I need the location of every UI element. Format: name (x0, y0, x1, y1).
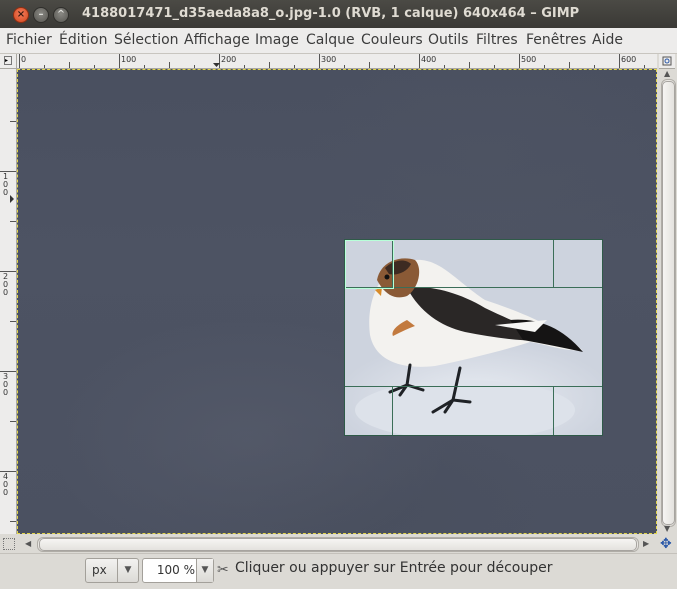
menu-image[interactable]: Image (255, 32, 299, 48)
crop-handle-right-bottom[interactable] (553, 386, 554, 435)
hruler-label-600: 600 (621, 55, 637, 64)
zoom-fit-button[interactable] (659, 54, 675, 69)
vertical-scroll-thumb[interactable] (662, 81, 675, 525)
window-title: 4188017471_d35aeda8a8_o.jpg-1.0 (RVB, 1 … (82, 6, 580, 21)
hruler-label-500: 500 (521, 55, 537, 64)
menu-edition[interactable]: Édition (59, 32, 107, 48)
horizontal-scrollbar[interactable]: ◀ ▶ (17, 536, 657, 552)
menu-outils[interactable]: Outils (428, 32, 468, 48)
horizontal-ruler-ticks (19, 54, 645, 68)
zoom-selector[interactable]: ▼ (142, 558, 214, 583)
chevron-down-icon[interactable]: ▼ (196, 559, 213, 582)
close-button[interactable]: × (13, 7, 29, 23)
scroll-right-icon[interactable]: ▶ (643, 539, 649, 548)
quick-mask-toggle-icon: ▸ (4, 56, 12, 65)
menu-aide[interactable]: Aide (592, 32, 623, 48)
crop-handle-right-top[interactable] (553, 240, 554, 288)
vruler-label-200: 200 (3, 272, 9, 297)
crop-handle-top-left-highlight[interactable] (345, 240, 394, 289)
menu-bar: Fichier Édition Sélection Affichage Imag… (0, 28, 677, 54)
vruler-label-100: 100 (3, 172, 9, 197)
zoom-input[interactable] (145, 561, 195, 578)
maximize-button[interactable]: ^ (53, 7, 69, 23)
menu-selection[interactable]: Sélection (114, 32, 179, 48)
status-message: Cliquer ou appuyer sur Entrée pour décou… (235, 560, 553, 576)
title-bar: × – ^ 4188017471_d35aeda8a8_o.jpg-1.0 (R… (0, 0, 677, 28)
hruler-label-400: 400 (421, 55, 437, 64)
menu-fenetres[interactable]: Fenêtres (526, 32, 586, 48)
hruler-label-300: 300 (321, 55, 337, 64)
navigate-icon[interactable]: ✥ (660, 536, 672, 552)
crop-tool-icon: ✂ (217, 562, 229, 578)
minimize-icon: – (38, 9, 44, 20)
minimize-button[interactable]: – (33, 7, 49, 23)
menu-calque[interactable]: Calque (306, 32, 355, 48)
vruler-label-400: 400 (3, 472, 9, 497)
unit-value: px (92, 563, 107, 577)
hruler-label-0: 0 (21, 55, 27, 64)
vertical-ruler: 100 200 300 400 (0, 69, 17, 534)
zoom-fit-icon (662, 56, 672, 66)
crop-handle-left-bottom[interactable] (392, 386, 393, 435)
maximize-icon: ^ (56, 9, 66, 20)
chevron-down-icon[interactable]: ▼ (117, 559, 138, 582)
menu-couleurs[interactable]: Couleurs (361, 32, 423, 48)
horizontal-ruler: 0 100 200 300 400 500 600 (17, 54, 657, 69)
menu-filtres[interactable]: Filtres (476, 32, 518, 48)
image-canvas[interactable] (17, 69, 657, 534)
crop-rectangle[interactable] (344, 239, 603, 436)
hruler-label-100: 100 (121, 55, 137, 64)
vertical-ruler-ticks (0, 121, 16, 522)
scroll-left-icon[interactable]: ◀ (25, 539, 31, 548)
status-bar: px ▼ ▼ ✂ Cliquer ou appuyer sur Entrée p… (0, 553, 677, 589)
menu-affichage[interactable]: Affichage (184, 32, 250, 48)
scroll-up-icon[interactable]: ▲ (664, 69, 670, 78)
unit-selector[interactable]: px ▼ (85, 558, 139, 583)
menu-fichier[interactable]: Fichier (6, 32, 52, 48)
vertical-scrollbar[interactable]: ▲ ▼ (659, 69, 677, 534)
scroll-down-icon[interactable]: ▼ (664, 524, 670, 533)
close-icon: × (16, 9, 26, 20)
crop-guide-bottom (345, 386, 602, 387)
quick-mask-icon[interactable] (3, 538, 15, 550)
vruler-label-300: 300 (3, 372, 9, 397)
hruler-label-200: 200 (221, 55, 237, 64)
horizontal-scroll-thumb[interactable] (39, 538, 637, 551)
ruler-corner-button[interactable]: ▸ (0, 54, 17, 69)
